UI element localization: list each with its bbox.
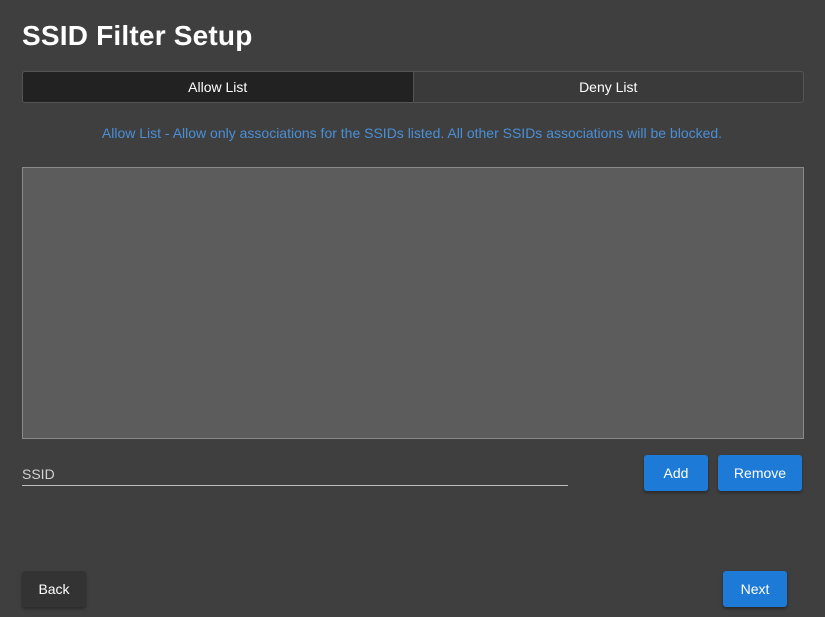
next-button[interactable]: Next bbox=[723, 571, 787, 607]
tab-allow-list[interactable]: Allow List bbox=[23, 72, 413, 102]
remove-button[interactable]: Remove bbox=[718, 455, 802, 491]
ssid-filter-setup-page: SSID Filter Setup Allow List Deny List A… bbox=[0, 0, 825, 617]
tab-deny-list[interactable]: Deny List bbox=[412, 72, 804, 102]
list-description: Allow List - Allow only associations for… bbox=[101, 125, 723, 141]
page-title: SSID Filter Setup bbox=[22, 20, 253, 51]
ssid-input[interactable] bbox=[22, 463, 568, 486]
list-mode-tabs: Allow List Deny List bbox=[22, 71, 804, 103]
ssid-list-box[interactable] bbox=[22, 167, 804, 439]
add-button[interactable]: Add bbox=[644, 455, 708, 491]
back-button[interactable]: Back bbox=[22, 571, 86, 607]
